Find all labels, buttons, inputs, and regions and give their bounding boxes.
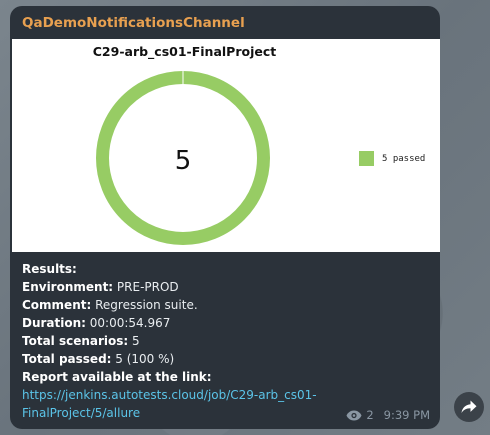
message-bubble: QaDemoNotificationsChannel C29-arb_cs01-… (10, 6, 440, 429)
channel-name[interactable]: QaDemoNotificationsChannel (22, 15, 245, 31)
scenarios-line: Total scenarios: 5 (22, 334, 140, 348)
chart-center-label: 5 (175, 146, 192, 176)
share-arrow-icon (461, 400, 477, 414)
view-count: 2 (366, 408, 374, 422)
duration-line: Duration: 00:00:54.967 (22, 316, 171, 330)
report-link-line2: FinalProject/5/allure (22, 406, 141, 420)
chart-legend: 5 passed (359, 151, 425, 166)
report-label: Report available at the link: (22, 370, 212, 384)
donut-chart: 5 (96, 70, 270, 245)
comment-line: Comment: Regression suite. (22, 298, 198, 312)
message-meta: 2 9:39 PM (346, 408, 430, 422)
legend-label-passed: 5 passed (382, 153, 426, 164)
environment-line: Environment: PRE-PROD (22, 280, 179, 294)
chart-image[interactable]: C29-arb_cs01-FinalProject 5 5 passed (12, 39, 440, 252)
share-button[interactable] (454, 392, 484, 422)
report-link-line1: https://jenkins.autotests.cloud/job/C29-… (22, 388, 317, 402)
report-link[interactable]: https://jenkins.autotests.cloud/job/C29-… (22, 386, 322, 422)
message-time: 9:39 PM (383, 408, 430, 422)
legend-swatch-passed (359, 151, 374, 166)
message-text: Results: Environment: PRE-PROD Comment: … (22, 260, 432, 422)
eye-icon (346, 410, 362, 421)
passed-line: Total passed: 5 (100 %) (22, 352, 175, 366)
results-heading: Results: (22, 262, 77, 276)
